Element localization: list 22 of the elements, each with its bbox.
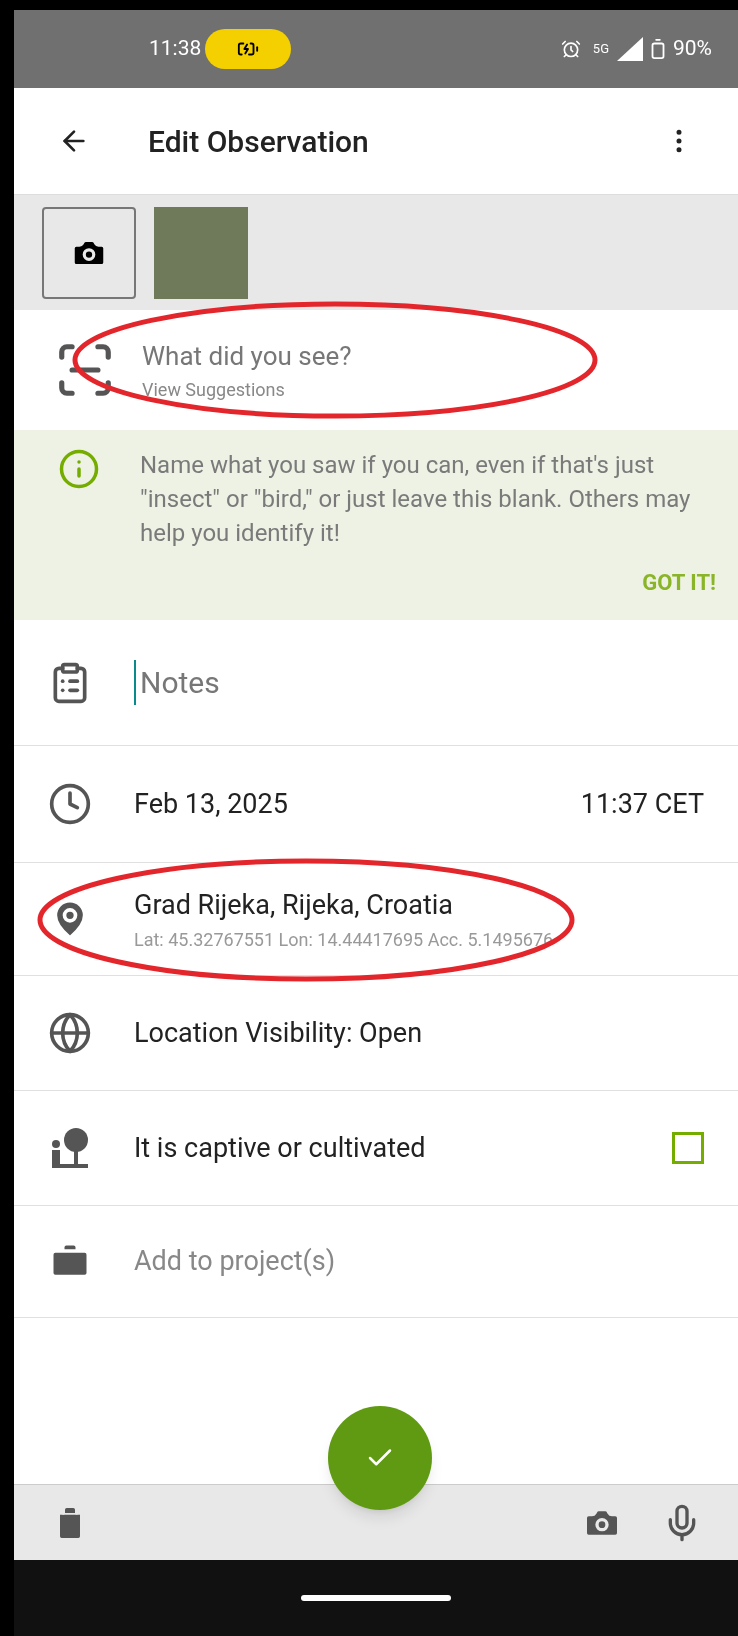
globe-icon [48, 1011, 92, 1055]
screen-title: Edit Observation [148, 122, 370, 161]
projects-field[interactable]: Add to project(s) [134, 1241, 336, 1282]
time-value[interactable]: 11:37 CET [580, 783, 704, 825]
tip-text: Name what you saw if you can, even if that's just "insect" or "bird," or just leave this blank. Others may help you identify it! [140, 450, 692, 549]
clock-icon [48, 782, 92, 826]
info-icon [58, 448, 100, 490]
captive-checkbox[interactable] [672, 1132, 704, 1164]
status-time: 11:38 [149, 35, 202, 63]
captive-label: It is captive or cultivated [134, 1130, 427, 1166]
signal-icon [617, 37, 643, 61]
add-photo-button[interactable] [42, 206, 136, 299]
visibility-label[interactable]: Location Visibility: Open [134, 1012, 423, 1054]
battery-percent: 90% [673, 35, 712, 63]
location-name[interactable]: Grad Rijeka, Rijeka, Croatia [134, 885, 554, 926]
alarm-icon [560, 39, 581, 59]
species-field[interactable]: What did you see? [142, 337, 352, 376]
location-coordinates: Lat: 45.32767551 Lon: 14.44417695 Acc. 5.1495676 [134, 927, 554, 952]
view-suggestions-link[interactable]: View Suggestions [142, 376, 352, 403]
network-label: 5G [592, 40, 609, 59]
date-value[interactable]: Feb 13, 2025 [134, 783, 581, 825]
notes-field[interactable]: Notes [134, 660, 704, 705]
